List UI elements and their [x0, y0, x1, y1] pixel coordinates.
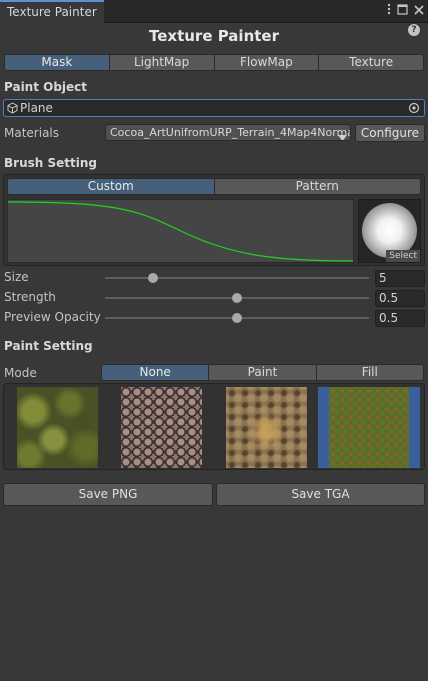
paint-object-heading: Paint Object [4, 80, 88, 94]
chevron-down-icon [338, 130, 347, 140]
moss-texture[interactable] [17, 387, 98, 468]
strength-slider-thumb[interactable] [232, 293, 242, 303]
mode-paint-button[interactable]: Paint [209, 364, 317, 381]
preview-opacity-label: Preview Opacity [4, 310, 101, 324]
sand-texture[interactable] [226, 387, 307, 468]
save-png-button[interactable]: Save PNG [3, 483, 213, 506]
pebble-texture[interactable] [121, 387, 202, 468]
tab-custom[interactable]: Custom [7, 178, 215, 195]
paint-setting-heading: Paint Setting [4, 339, 93, 353]
tab-mask[interactable]: Mask [4, 54, 110, 71]
preview-opacity-value-field[interactable]: 0.5 [375, 310, 425, 327]
page-title: Texture Painter [148, 27, 279, 45]
configure-button[interactable]: Configure [355, 124, 425, 142]
window-tab[interactable]: Texture Painter [0, 0, 104, 23]
preview-opacity-slider-thumb[interactable] [232, 313, 242, 323]
brush-tabs: Custom Pattern [7, 178, 421, 195]
close-icon[interactable] [414, 3, 424, 19]
strength-value-field[interactable]: 0.5 [375, 290, 425, 307]
brush-select-button[interactable]: Select [386, 250, 420, 262]
size-slider-track[interactable] [105, 277, 369, 279]
save-tga-button[interactable]: Save TGA [216, 483, 425, 506]
mode-fill-button[interactable]: Fill [316, 364, 424, 381]
maximize-icon[interactable] [397, 3, 408, 19]
tab-flowmap[interactable]: FlowMap [214, 54, 320, 71]
tab-lightmap[interactable]: LightMap [109, 54, 215, 71]
size-value-field[interactable]: 5 [375, 270, 425, 287]
brush-setting-heading: Brush Setting [4, 156, 97, 170]
materials-dropdown-value: Cocoa_ArtUnifromURP_Terrain_4Map4NormalH [110, 126, 351, 139]
paint-mode-selector: None Paint Fill [101, 364, 424, 381]
object-picker-icon[interactable] [408, 102, 420, 117]
strength-label: Strength [4, 290, 56, 304]
mode-none-button[interactable]: None [101, 364, 210, 381]
mode-tabs: Mask LightMap FlowMap Texture [4, 54, 424, 71]
kebab-menu-icon[interactable] [387, 3, 391, 19]
window-controls [387, 2, 424, 20]
object-field-value: Plane [20, 101, 53, 115]
materials-label: Materials [4, 126, 60, 140]
brush-curve-editor[interactable] [7, 199, 354, 263]
tab-pattern[interactable]: Pattern [214, 178, 421, 195]
tab-texture[interactable]: Texture [319, 54, 424, 71]
mode-label: Mode [4, 366, 37, 380]
materials-dropdown[interactable]: Cocoa_ArtUnifromURP_Terrain_4Map4NormalH [105, 124, 351, 141]
brush-preview[interactable]: Select [358, 199, 421, 263]
size-slider-thumb[interactable] [147, 273, 158, 283]
object-field[interactable]: Plane [3, 99, 425, 117]
grass-texture[interactable] [329, 387, 409, 468]
cube-icon [7, 102, 18, 117]
brush-falloff-curve [8, 201, 353, 262]
size-label: Size [4, 270, 29, 284]
